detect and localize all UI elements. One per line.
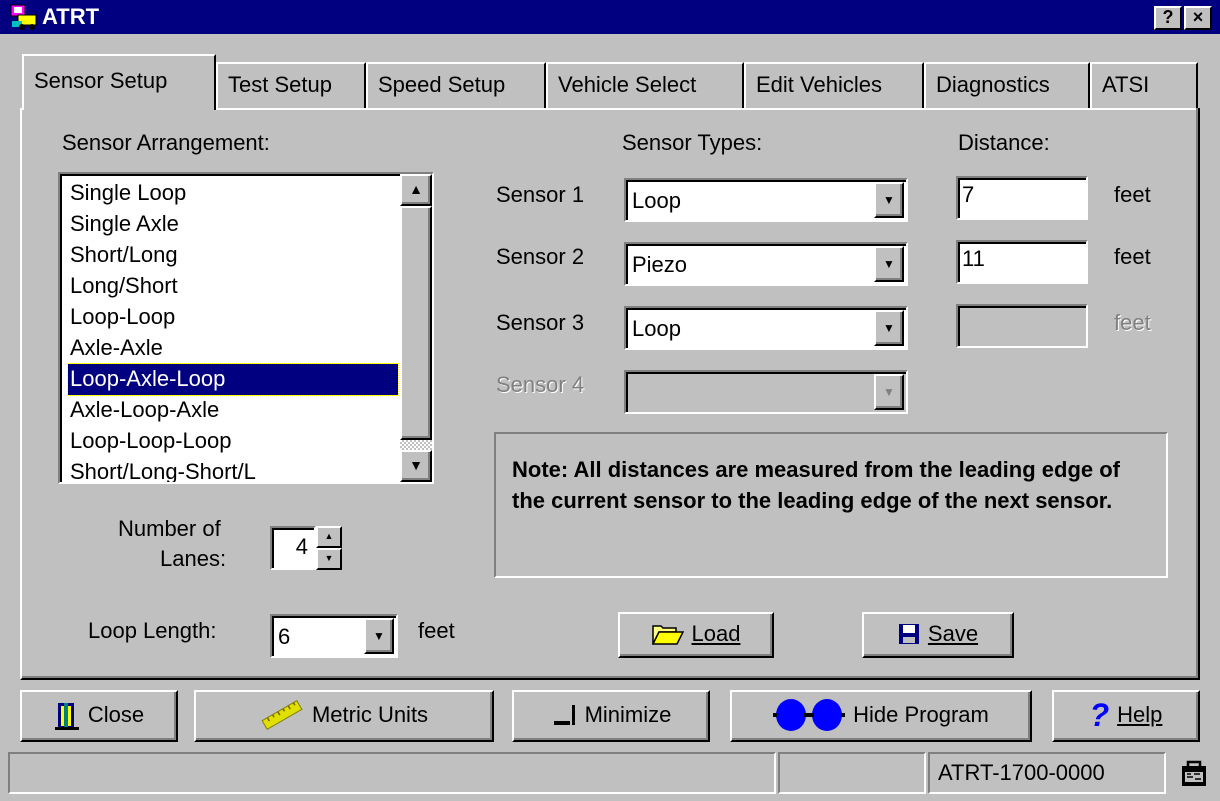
metric-units-button[interactable]: Metric Units xyxy=(194,690,494,742)
list-scrollbar[interactable]: ▲ ▼ xyxy=(400,174,432,482)
title-bar: ATRT ? × xyxy=(0,0,1220,34)
lanes-label-line1: Number of xyxy=(118,516,221,541)
sensor-arrangement-label: Sensor Arrangement: xyxy=(62,130,270,155)
scroll-track[interactable] xyxy=(400,440,432,450)
sensor-3-distance-input[interactable] xyxy=(956,304,1088,348)
scroll-up-arrow[interactable]: ▲ xyxy=(400,174,432,206)
list-item[interactable]: Axle-Loop-Axle xyxy=(70,395,219,426)
floppy-disk-icon xyxy=(898,624,919,645)
save-label: Save xyxy=(927,621,979,647)
device-id-pane: ATRT-1700-0000 xyxy=(928,752,1166,794)
minimize-button[interactable]: Minimize xyxy=(512,690,710,742)
scroll-down-arrow[interactable]: ▼ xyxy=(400,450,432,482)
close-window-button[interactable]: × xyxy=(1184,6,1212,30)
tab-test-setup[interactable]: Test Setup xyxy=(216,62,366,108)
note-box: Note: All distances are measured from th… xyxy=(494,432,1168,578)
sensor-3-unit: feet xyxy=(1114,310,1151,335)
list-item[interactable]: Loop-Loop-Loop xyxy=(70,426,231,457)
lanes-label-line2: Lanes: xyxy=(160,546,227,571)
dropdown-arrow-icon[interactable]: ▼ xyxy=(874,182,904,218)
loop-length-unit: feet xyxy=(418,618,455,643)
device-id-text: ATRT-1700-0000 xyxy=(938,760,1105,785)
dropdown-arrow-icon[interactable]: ▼ xyxy=(874,374,904,410)
help-button[interactable]: ? Help xyxy=(1052,690,1200,742)
list-item[interactable]: Single Axle xyxy=(70,209,179,240)
minimize-label: Minimize xyxy=(584,702,672,728)
list-item[interactable]: Loop-Axle-Loop xyxy=(67,363,399,396)
distance-header: Distance: xyxy=(958,130,1050,155)
close-button[interactable]: Close xyxy=(20,690,178,742)
sensor-2-type-combo[interactable]: Piezo ▼ xyxy=(624,242,908,286)
sensor-2-label: Sensor 2 xyxy=(496,244,585,269)
status-pane-2 xyxy=(778,752,926,794)
save-button[interactable]: Save xyxy=(862,612,1014,658)
scroll-thumb[interactable] xyxy=(400,206,432,440)
sensor-2-unit: feet xyxy=(1114,244,1151,269)
dropdown-arrow-icon[interactable]: ▼ xyxy=(874,310,904,346)
list-item[interactable]: Long/Short xyxy=(70,271,178,302)
load-label: Load xyxy=(691,621,741,647)
sensor-4-type-combo[interactable]: ▼ xyxy=(624,370,908,414)
folder-open-icon xyxy=(651,625,684,645)
minimize-icon xyxy=(553,705,575,726)
tab-diagnostics[interactable]: Diagnostics xyxy=(924,62,1090,108)
sensor-4-label: Sensor 4 xyxy=(496,372,585,397)
sensor-3-type: Loop xyxy=(632,316,681,341)
list-item[interactable]: Short/Long xyxy=(70,240,178,271)
app-icon[interactable] xyxy=(10,3,38,31)
hide-program-label: Hide Program xyxy=(853,702,989,728)
spin-up-arrow[interactable]: ▲ xyxy=(316,526,342,548)
window-title: ATRT xyxy=(42,4,100,29)
sensor-3-type-combo[interactable]: Loop ▼ xyxy=(624,306,908,350)
tab-vehicle-select[interactable]: Vehicle Select xyxy=(546,62,744,108)
help-label: Help xyxy=(1117,702,1163,728)
hide-program-button[interactable]: Hide Program xyxy=(730,690,1032,742)
tab-sensor-setup[interactable]: Sensor Setup xyxy=(22,54,216,110)
help-title-button[interactable]: ? xyxy=(1154,6,1182,30)
close-label: Close xyxy=(87,702,145,728)
door-exit-icon xyxy=(54,703,79,731)
spin-down-arrow[interactable]: ▼ xyxy=(316,548,342,570)
note-text: Note: All distances are measured from th… xyxy=(512,457,1120,513)
dropdown-arrow-icon[interactable]: ▼ xyxy=(874,246,904,282)
loop-length-combo[interactable]: 6 ▼ xyxy=(270,614,398,658)
loop-length-label: Loop Length: xyxy=(88,618,217,643)
sensor-1-type-combo[interactable]: Loop ▼ xyxy=(624,178,908,222)
sensor-1-type: Loop xyxy=(632,188,681,213)
list-item[interactable]: Single Loop xyxy=(70,178,186,209)
list-item[interactable]: Short/Long-Short/L xyxy=(70,457,256,482)
sensor-2-distance-input[interactable]: 11 xyxy=(956,240,1088,284)
sensor-1-unit: feet xyxy=(1114,182,1151,207)
load-button[interactable]: Load xyxy=(618,612,774,658)
loop-length-value: 6 xyxy=(278,624,291,649)
sensor-arrangement-list[interactable]: Single Loop Single Axle Short/Long Long/Sho… xyxy=(58,172,434,484)
sensor-1-label: Sensor 1 xyxy=(496,182,585,207)
tab-edit-vehicles[interactable]: Edit Vehicles xyxy=(744,62,924,108)
lanes-input[interactable]: 4 xyxy=(270,526,316,570)
tab-atsi[interactable]: ATSI xyxy=(1090,62,1198,108)
dropdown-arrow-icon[interactable]: ▼ xyxy=(364,618,394,654)
atsi-logo-icon xyxy=(1182,760,1206,786)
ruler-icon xyxy=(261,700,303,731)
sensor-types-header: Sensor Types: xyxy=(622,130,763,155)
sensor-2-type: Piezo xyxy=(632,252,688,277)
hide-glasses-icon xyxy=(773,699,846,732)
list-item[interactable]: Loop-Loop xyxy=(70,302,175,333)
metric-units-label: Metric Units xyxy=(311,702,429,728)
tab-speed-setup[interactable]: Speed Setup xyxy=(366,62,546,108)
question-mark-icon: ? xyxy=(1089,697,1110,734)
list-item[interactable]: Axle-Axle xyxy=(70,333,163,364)
sensor-1-distance-input[interactable]: 7 xyxy=(956,176,1088,220)
sensor-3-label: Sensor 3 xyxy=(496,310,585,335)
lanes-spinner[interactable]: ▲ ▼ xyxy=(316,526,342,570)
status-pane-1 xyxy=(8,752,776,794)
